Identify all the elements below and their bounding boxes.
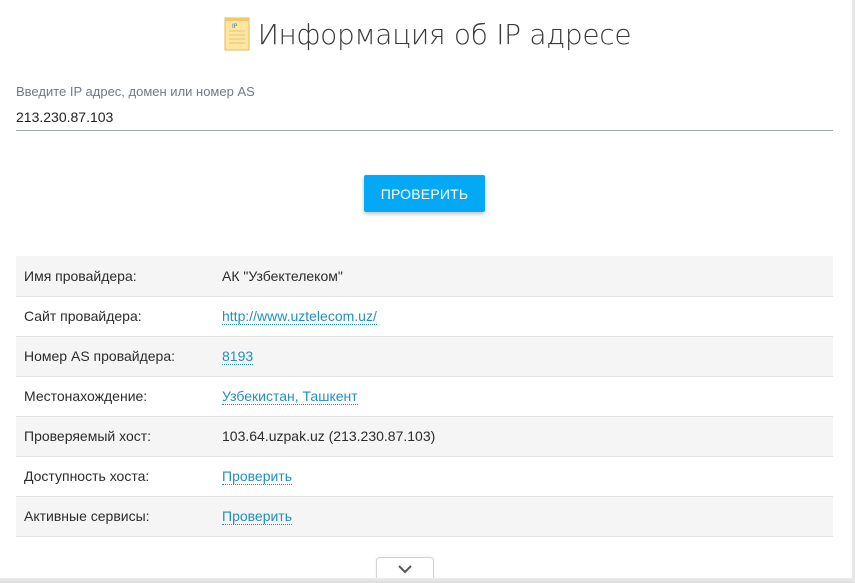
ip-document-icon: IP <box>224 17 250 51</box>
info-value-cell: АК "Узбектелеком" <box>222 256 833 297</box>
info-value-link[interactable]: http://www.uztelecom.uz/ <box>222 308 377 325</box>
info-row: Номер AS провайдера: 8193 <box>16 336 833 377</box>
check-button[interactable]: ПРОВЕРИТЬ <box>364 175 485 212</box>
info-key: Доступность хоста: <box>16 456 222 497</box>
info-value-link[interactable]: Узбекистан, Ташкент <box>222 388 358 405</box>
info-row: Доступность хоста: Проверить <box>16 456 833 497</box>
page-header: IP Информация об IP адресе <box>0 12 855 56</box>
info-value: АК "Узбектелеком" <box>222 267 343 284</box>
info-value: 103.64.uzpak.uz (213.230.87.103) <box>222 428 436 444</box>
bottom-divider <box>0 578 855 583</box>
info-key: Имя провайдера: <box>16 256 222 297</box>
info-row: Сайт провайдера: http://www.uztelecom.uz/ <box>16 296 833 337</box>
info-value-cell: Узбекистан, Ташкент <box>222 376 833 417</box>
info-row: Имя провайдера: АК "Узбектелеком" <box>16 256 833 297</box>
info-value-link[interactable]: 8193 <box>222 348 254 365</box>
info-key: Местонахождение: <box>16 376 222 417</box>
info-value-cell: Проверить <box>222 496 833 537</box>
info-value-cell: 103.64.uzpak.uz (213.230.87.103) <box>222 416 833 457</box>
info-value-link[interactable]: Проверить <box>222 468 293 485</box>
info-value-cell: Проверить <box>222 456 833 497</box>
info-row: Местонахождение: Узбекистан, Ташкент <box>16 376 833 417</box>
info-key: Сайт провайдера: <box>16 296 222 337</box>
ip-icon-label: IP <box>232 23 238 30</box>
info-key: Проверяемый хост: <box>16 416 222 457</box>
info-key: Номер AS провайдера: <box>16 336 222 377</box>
info-key: Активные сервисы: <box>16 496 222 537</box>
info-row: Проверяемый хост: 103.64.uzpak.uz (213.23… <box>16 416 833 457</box>
provider-info-table: Имя провайдера: АК "Узбектелеком" Сайт про… <box>16 256 833 537</box>
ip-search-input[interactable] <box>16 104 833 131</box>
info-row: Активные сервисы: Проверить <box>16 496 833 537</box>
search-label: Введите IP адрес, домен или номер AS <box>16 84 255 99</box>
page: IP Информация об IP адресе Введите IP ад… <box>0 0 855 583</box>
page-title: Информация об IP адресе <box>257 17 632 51</box>
info-value-cell: http://www.uztelecom.uz/ <box>222 296 833 337</box>
info-value-cell: 8193 <box>222 336 833 377</box>
info-value-link[interactable]: Проверить <box>222 508 293 525</box>
chevron-down-icon <box>398 565 412 574</box>
